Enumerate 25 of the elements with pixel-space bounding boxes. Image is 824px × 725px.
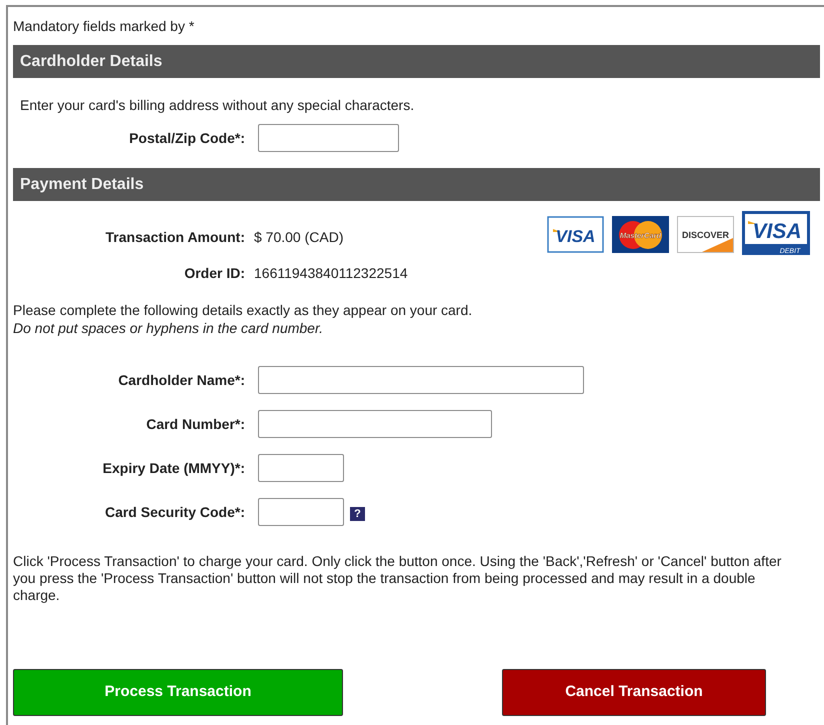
section-header: Payment Details [13,168,820,201]
action-button[interactable]: Cancel Transaction [502,669,766,716]
instruction-note: Do not put spaces or hyphens in the card number. [13,319,324,337]
card-logo: VISA [547,216,604,253]
section-header: Cardholder Details [13,45,820,78]
field-label: Cardholder Name*: [117,370,245,390]
field-label: Postal/Zip Code*: [128,128,245,148]
summary-label: Order ID: [183,264,245,283]
field-label: Card Security Code*: [104,502,245,522]
summary-value: $ 70.00 (CAD) [254,228,344,247]
input-field[interactable] [258,454,344,482]
input-field[interactable] [258,124,399,152]
help-icon[interactable]: ? [350,507,365,521]
mandatory-note: Mandatory fields marked by * [13,18,194,34]
summary-label: Transaction Amount: [104,228,245,247]
field-label: Expiry Date (MMYY)*: [102,458,245,478]
input-field[interactable] [258,366,584,394]
instruction-text: Enter your card's billing address without any special characters. [20,97,414,113]
card-logo: DISCOVER [677,216,734,253]
summary-value: 16611943840112322514 [254,264,408,283]
input-field[interactable] [258,410,492,438]
notice-text: Click 'Process Transaction' to charge your card. Only click the button once. Using the 'Back','Refresh' or 'Cancel' button after you press the 'Process Transaction' button will not stop the transaction from being processed and may result in a double charge. [13,553,782,604]
field-label: Card Number*: [145,414,245,434]
instruction-text: Please complete the following details exactly as they appear on your card. [13,301,474,319]
input-field[interactable] [258,498,344,526]
